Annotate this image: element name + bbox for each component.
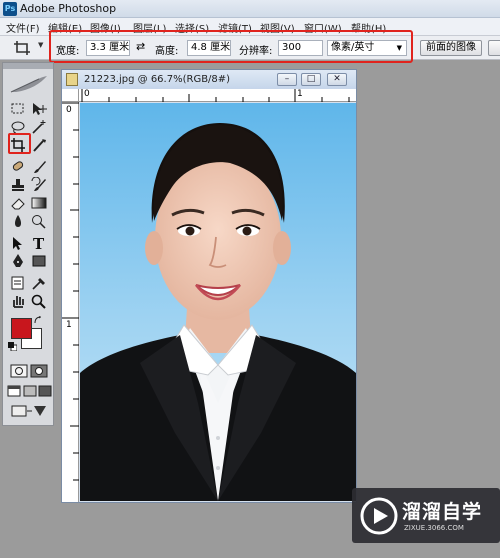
clone-stamp-tool-icon[interactable] bbox=[9, 177, 27, 193]
quick-mask-mode-icon[interactable] bbox=[30, 363, 48, 379]
ruler-h-label-1: 1 bbox=[297, 89, 303, 99]
gradient-tool-icon[interactable] bbox=[30, 195, 48, 211]
ruler-v-ticks bbox=[62, 102, 79, 481]
minimize-button[interactable]: – bbox=[277, 73, 297, 86]
watermark-url: ZIXUE.3066.COM bbox=[404, 524, 464, 532]
eraser-tool-icon[interactable] bbox=[9, 195, 27, 211]
play-logo-icon bbox=[360, 497, 398, 535]
vertical-ruler[interactable]: 0 1 bbox=[62, 102, 79, 502]
tool-preset-dropdown-icon[interactable]: ▼ bbox=[38, 41, 43, 49]
ruler-v-label-0: 0 bbox=[66, 105, 72, 115]
clear-button[interactable] bbox=[488, 40, 500, 56]
blur-tool-icon[interactable] bbox=[9, 213, 27, 229]
front-image-button[interactable]: 前面的图像 bbox=[420, 40, 482, 56]
foreground-color-swatch[interactable] bbox=[11, 318, 32, 339]
slice-tool-icon[interactable] bbox=[30, 137, 48, 153]
ruler-v-label-1: 1 bbox=[66, 320, 72, 330]
magic-wand-tool-icon[interactable] bbox=[30, 119, 48, 135]
options-highlight-frame bbox=[49, 30, 413, 63]
path-selection-tool-icon[interactable] bbox=[9, 235, 27, 251]
rectangle-tool-icon[interactable] bbox=[30, 253, 48, 269]
ruler-h-ticks bbox=[81, 89, 350, 102]
watermark-name: 溜溜自学 bbox=[402, 501, 483, 523]
history-brush-tool-icon[interactable] bbox=[30, 177, 48, 193]
title-bar: Ps Adobe Photoshop bbox=[0, 0, 500, 18]
swap-colors-icon[interactable] bbox=[34, 316, 42, 324]
imageready-jump-icon[interactable] bbox=[10, 403, 48, 419]
horizontal-ruler[interactable]: 0 1 bbox=[79, 89, 356, 102]
photoshop-app-icon: Ps bbox=[3, 2, 17, 16]
brush-tool-icon[interactable] bbox=[30, 159, 48, 175]
move-tool-icon[interactable] bbox=[30, 101, 48, 117]
image-file-icon bbox=[66, 73, 78, 86]
crop-tool-icon[interactable] bbox=[12, 40, 34, 56]
full-screen-menu-mode-icon[interactable] bbox=[23, 383, 37, 399]
pen-tool-icon[interactable] bbox=[9, 253, 27, 269]
feather-logo-icon bbox=[10, 76, 47, 93]
ruler-origin[interactable] bbox=[62, 89, 79, 102]
type-tool-icon[interactable]: T bbox=[30, 235, 48, 251]
zoom-tool-icon[interactable] bbox=[30, 293, 48, 309]
marquee-tool-icon[interactable] bbox=[9, 101, 27, 117]
tools-panel: T bbox=[2, 62, 54, 426]
svg-text:T: T bbox=[33, 235, 45, 251]
menu-file[interactable]: 文件(F) bbox=[6, 20, 40, 35]
notes-tool-icon[interactable] bbox=[9, 275, 27, 291]
healing-brush-tool-icon[interactable] bbox=[9, 159, 27, 175]
portrait-photo bbox=[80, 103, 356, 501]
standard-mode-icon[interactable] bbox=[10, 363, 28, 379]
maximize-button[interactable]: □ bbox=[301, 73, 321, 86]
panel-grip[interactable] bbox=[3, 63, 53, 69]
default-colors-icon[interactable] bbox=[8, 342, 17, 351]
document-window: 21223.jpg @ 66.7%(RGB/8#) – □ ✕ 0 1 0 1 bbox=[61, 69, 357, 503]
document-title-bar[interactable]: 21223.jpg @ 66.7%(RGB/8#) – □ ✕ bbox=[62, 70, 356, 89]
dodge-tool-icon[interactable] bbox=[30, 213, 48, 229]
eyedropper-tool-icon[interactable] bbox=[30, 275, 48, 291]
crop-tool-highlight bbox=[8, 133, 31, 154]
hand-tool-icon[interactable] bbox=[9, 293, 27, 309]
watermark-badge: 溜溜自学 ZIXUE.3066.COM bbox=[352, 488, 500, 543]
window-title: Adobe Photoshop bbox=[20, 2, 117, 15]
ruler-h-label-0: 0 bbox=[84, 89, 90, 99]
standard-screen-mode-icon[interactable] bbox=[7, 383, 21, 399]
close-button[interactable]: ✕ bbox=[327, 73, 347, 86]
image-canvas[interactable] bbox=[80, 103, 356, 501]
document-title: 21223.jpg @ 66.7%(RGB/8#) bbox=[84, 74, 231, 85]
full-screen-mode-icon[interactable] bbox=[38, 383, 52, 399]
